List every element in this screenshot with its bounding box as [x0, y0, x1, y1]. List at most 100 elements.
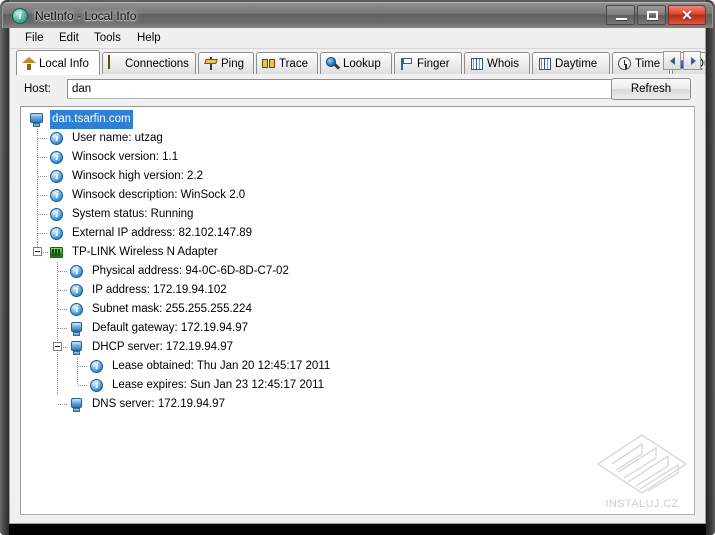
tree-node-label: Winsock high version: 2.2 — [72, 170, 204, 182]
host-computer-icon — [29, 112, 45, 128]
close-icon: ✕ — [681, 7, 693, 23]
info-icon — [49, 131, 65, 147]
tab-ping[interactable]: Ping — [198, 52, 254, 74]
refresh-button[interactable]: Refresh — [611, 78, 691, 100]
magnifier-icon — [325, 56, 341, 72]
info-icon — [89, 359, 105, 375]
tree-connector-line — [38, 233, 48, 234]
tree-node-label: IP address: 172.19.94.102 — [92, 284, 227, 296]
client-area: File Edit Tools Help Local Info Connecti… — [9, 28, 706, 524]
tab-lookup[interactable]: Lookup — [320, 52, 392, 74]
tab-connections[interactable]: Connections — [102, 52, 196, 74]
tree-connector-line — [38, 195, 48, 196]
local-info-tree-panel[interactable]: dan.tsarfin.com User name: utzag Winsock… — [20, 106, 695, 515]
host-row: Host: Refresh — [10, 74, 705, 106]
info-circle-icon: i — [12, 8, 28, 24]
info-icon — [49, 169, 65, 185]
tree-view[interactable]: dan.tsarfin.com User name: utzag Winsock… — [21, 107, 694, 514]
tree-connector-line — [78, 385, 88, 386]
server-icon — [69, 340, 85, 356]
tab-local-info[interactable]: Local Info — [16, 50, 100, 75]
tab-scroll-buttons — [663, 51, 703, 71]
tree-expander-adapter[interactable] — [33, 247, 42, 256]
tree-connector-line — [78, 366, 88, 367]
tab-trace[interactable]: Trace — [256, 52, 318, 74]
tree-connector-line — [38, 176, 48, 177]
connections-icon — [107, 55, 123, 72]
tab-label: Local Info — [39, 58, 89, 70]
tab-daytime[interactable]: Daytime — [532, 52, 610, 74]
ping-icon — [203, 56, 219, 72]
tab-label: Whois — [487, 58, 519, 70]
trace-icon — [261, 56, 277, 72]
title-bar[interactable]: i NetInfo - Local Info ✕ — [2, 2, 713, 28]
daytime-book-icon — [537, 56, 553, 72]
info-icon — [49, 207, 65, 223]
tree-node-label: Physical address: 94-0C-6D-8D-C7-02 — [92, 265, 289, 277]
tab-label: Trace — [279, 58, 308, 70]
tab-finger[interactable]: Finger — [394, 52, 462, 74]
tab-scroll-left-button[interactable] — [663, 51, 681, 70]
application-window: i NetInfo - Local Info ✕ File Edit Tools… — [0, 0, 715, 535]
info-icon — [49, 150, 65, 166]
tab-strip: Local Info Connections Ping Trace Lookup — [10, 49, 705, 75]
tree-connector-line — [38, 214, 48, 215]
tree-connector-line — [57, 356, 58, 396]
tree-connector-line — [38, 138, 48, 139]
info-icon — [69, 283, 85, 299]
tree-node-label: DHCP server: 172.19.94.97 — [92, 341, 234, 353]
tree-connector-line — [58, 271, 68, 272]
tree-connector-line — [58, 290, 68, 291]
tab-label: Lookup — [343, 58, 381, 70]
tab-label: Time — [635, 58, 661, 70]
tree-node-label: Subnet mask: 255.255.255.224 — [92, 303, 252, 315]
tree-node-label: Lease obtained: Thu Jan 20 12:45:17 2011 — [112, 360, 331, 372]
home-icon — [21, 56, 37, 72]
tab-label: Daytime — [555, 58, 598, 70]
host-input[interactable] — [67, 79, 623, 99]
tab-time[interactable]: Time — [612, 52, 670, 74]
maximize-button[interactable] — [637, 5, 666, 25]
info-icon — [49, 188, 65, 204]
info-icon — [89, 378, 105, 394]
tree-node-label: System status: Running — [72, 208, 194, 220]
menu-item-tools[interactable]: Tools — [87, 30, 128, 46]
window-border-left — [0, 0, 9, 535]
tree-node-label: DNS server: 172.19.94.97 — [92, 398, 225, 410]
tree-connector-line — [58, 328, 68, 329]
close-button[interactable]: ✕ — [668, 5, 706, 25]
tab-label: Finger — [417, 58, 450, 70]
tree-node-label: dan.tsarfin.com — [50, 110, 133, 129]
arrow-right-icon — [691, 57, 696, 65]
menu-item-file[interactable]: File — [18, 30, 51, 46]
minimize-button[interactable] — [606, 5, 635, 25]
tree-node-label: Winsock description: WinSock 2.0 — [72, 189, 246, 201]
tree-connector-line — [58, 309, 68, 310]
tree-node-label: External IP address: 82.102.147.89 — [72, 227, 253, 239]
server-icon — [69, 397, 85, 413]
tab-label: Connections — [125, 58, 189, 70]
minimize-icon — [616, 18, 627, 20]
window-title: NetInfo - Local Info — [35, 9, 137, 23]
tree-connector-line — [77, 357, 78, 385]
tree-connector-line — [37, 129, 38, 242]
tree-node-label: Lease expires: Sun Jan 23 12:45:17 2011 — [112, 379, 325, 391]
tab-whois[interactable]: Whois — [464, 52, 530, 74]
server-icon — [69, 321, 85, 337]
tab-scroll-right-button[interactable] — [683, 51, 701, 70]
adapter-icon — [49, 245, 65, 261]
finger-flag-icon — [399, 56, 415, 72]
menu-item-help[interactable]: Help — [130, 30, 168, 46]
menu-item-edit[interactable]: Edit — [52, 30, 86, 46]
info-icon — [49, 226, 65, 242]
tree-connector-line — [58, 404, 68, 405]
whois-book-icon — [469, 56, 485, 72]
info-icon — [69, 264, 85, 280]
window-border-right — [706, 0, 715, 535]
tree-connector-line — [38, 157, 48, 158]
tree-node-label: Winsock version: 1.1 — [72, 151, 179, 163]
tree-expander-dhcp[interactable] — [53, 342, 62, 351]
tab-label: Ping — [221, 58, 245, 70]
clock-icon — [617, 56, 633, 72]
menu-bar: File Edit Tools Help — [10, 28, 705, 49]
